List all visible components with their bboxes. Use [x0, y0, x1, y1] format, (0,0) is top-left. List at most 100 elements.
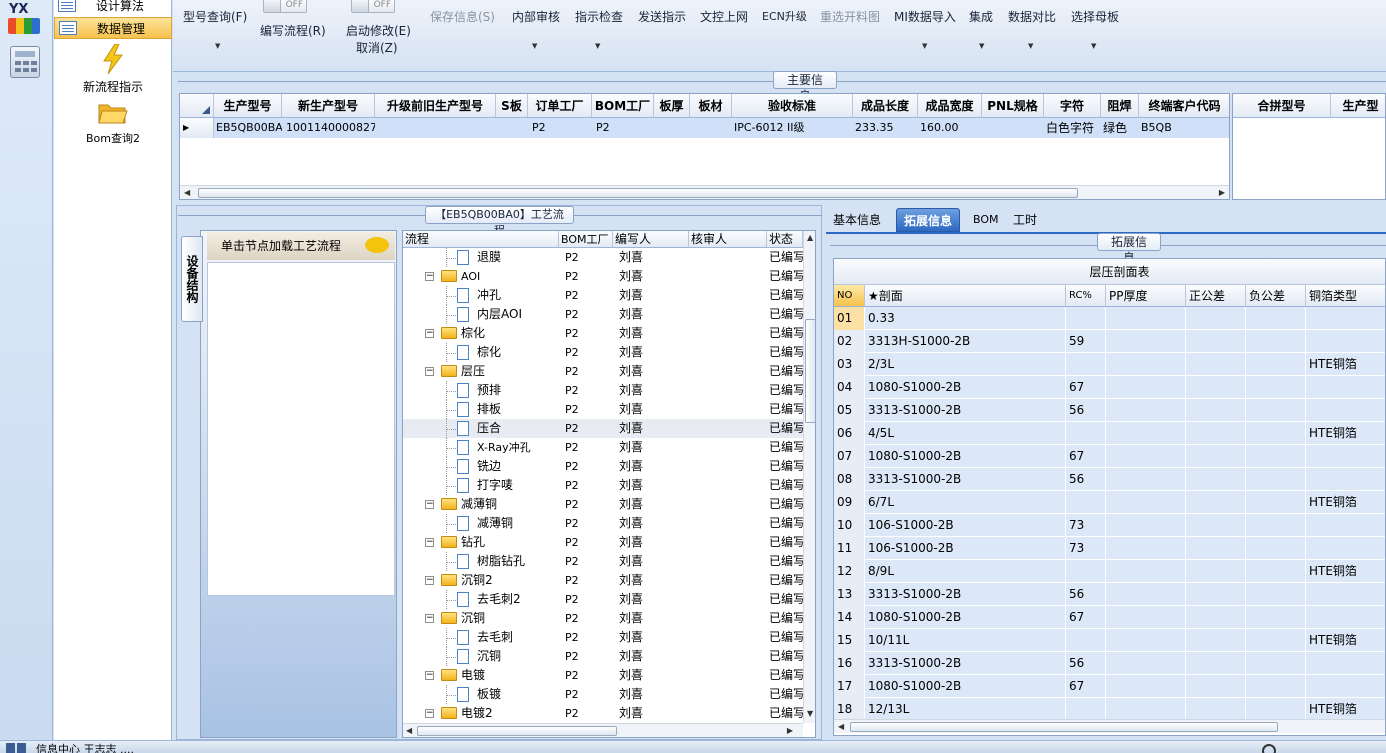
tree-row[interactable]: X-Ray冲孔 P2 刘喜 已编写: [403, 438, 803, 457]
collapse-icon[interactable]: −: [425, 576, 434, 585]
col-header[interactable]: ★剖面: [865, 285, 1066, 307]
doc-control-online-button[interactable]: 文控上网: [700, 8, 748, 25]
col-header[interactable]: RC%: [1066, 285, 1106, 307]
collapse-icon[interactable]: −: [425, 709, 434, 718]
col-header[interactable]: 正公差: [1186, 285, 1246, 307]
horizontal-scrollbar[interactable]: ◀ ▶: [180, 185, 1229, 199]
table-row[interactable]: 02 3313H-S1000-2B 59: [834, 330, 1385, 353]
col-header[interactable]: 新生产型号: [282, 94, 375, 118]
tree-row[interactable]: 压合 P2 刘喜 已编写: [403, 419, 803, 438]
col-header[interactable]: 负公差: [1246, 285, 1306, 307]
tree-row[interactable]: 退膜 P2 刘喜 已编写: [403, 248, 803, 267]
scroll-right-icon[interactable]: ▶: [787, 726, 793, 735]
table-row[interactable]: 11 106-S1000-2B 73: [834, 537, 1385, 560]
scroll-left-icon[interactable]: ◀: [406, 726, 412, 735]
nav-item-design-algorithm[interactable]: 设计算法: [54, 0, 172, 16]
collapse-icon[interactable]: −: [425, 367, 434, 376]
data-compare-button[interactable]: 数据对比 ▼: [1008, 8, 1056, 50]
device-structure-tab[interactable]: 设备结构: [181, 236, 203, 322]
tree-row[interactable]: − 电镀 P2 刘喜 已编写: [403, 666, 803, 685]
col-header[interactable]: 板材: [690, 94, 732, 118]
col-header[interactable]: 状态: [767, 231, 803, 248]
col-header[interactable]: 成品宽度: [918, 94, 982, 118]
start-edit-toggle[interactable]: OFF: [351, 0, 395, 13]
tree-row[interactable]: 预排 P2 刘喜 已编写: [403, 381, 803, 400]
send-instruction-button[interactable]: 发送指示: [638, 8, 686, 25]
scrollbar-thumb[interactable]: [850, 722, 1278, 732]
scrollbar-thumb[interactable]: [805, 319, 815, 423]
col-header[interactable]: 核审人: [689, 231, 767, 248]
table-row[interactable]: 07 1080-S1000-2B 67: [834, 445, 1385, 468]
tree-row[interactable]: 沉铜 P2 刘喜 已编写: [403, 647, 803, 666]
tree-row[interactable]: 铣边 P2 刘喜 已编写: [403, 457, 803, 476]
tree-row[interactable]: 板镀 P2 刘喜 已编写: [403, 685, 803, 704]
model-query-button[interactable]: 型号查询(F) ▼: [183, 8, 247, 50]
table-row[interactable]: 13 3313-S1000-2B 56: [834, 583, 1385, 606]
write-flow-button[interactable]: 编写流程(R): [260, 22, 326, 39]
tab-work-hours[interactable]: 工时: [1006, 208, 1044, 232]
collapse-icon[interactable]: −: [425, 329, 434, 338]
nav-item-data-management[interactable]: 数据管理: [54, 17, 172, 39]
scroll-left-icon[interactable]: ◀: [184, 188, 190, 197]
vertical-scrollbar[interactable]: ▲ ▼: [803, 231, 815, 723]
tree-row[interactable]: 打字唛 P2 刘喜 已编写: [403, 476, 803, 495]
table-row[interactable]: 10 106-S1000-2B 73: [834, 514, 1385, 537]
tile-bom-query[interactable]: Bom查询2: [54, 100, 172, 146]
scroll-up-icon[interactable]: ▲: [807, 233, 813, 242]
col-header[interactable]: 验收标准: [732, 94, 853, 118]
scrollbar-thumb[interactable]: [198, 188, 1078, 198]
tree-row[interactable]: 减薄铜 P2 刘喜 已编写: [403, 514, 803, 533]
collapse-icon[interactable]: −: [425, 500, 434, 509]
col-header[interactable]: 生产型号: [214, 94, 282, 118]
cancel-button[interactable]: 取消(Z): [356, 39, 398, 56]
mi-data-import-button[interactable]: MI数据导入 ▼: [894, 8, 956, 50]
tree-row[interactable]: − AOI P2 刘喜 已编写: [403, 267, 803, 286]
collapse-icon[interactable]: −: [425, 614, 434, 623]
table-row[interactable]: 14 1080-S1000-2B 67: [834, 606, 1385, 629]
tree-row[interactable]: − 电镀2 P2 刘喜 已编写: [403, 704, 803, 723]
scroll-right-icon[interactable]: ▶: [1219, 188, 1225, 197]
tree-row[interactable]: − 减薄铜 P2 刘喜 已编写: [403, 495, 803, 514]
collapse-icon[interactable]: −: [425, 538, 434, 547]
col-header[interactable]: 合拼型号: [1233, 94, 1331, 118]
horizontal-scrollbar[interactable]: ◀ ▶: [403, 723, 803, 737]
col-header[interactable]: 终端客户代码: [1139, 94, 1229, 118]
col-header[interactable]: NO: [834, 285, 865, 307]
col-header[interactable]: 阻焊: [1101, 94, 1139, 118]
table-row[interactable]: 18 12/13L HTE铜箔: [834, 698, 1385, 721]
table-row[interactable]: 01 0.33: [834, 307, 1385, 330]
tree-row[interactable]: 去毛刺 P2 刘喜 已编写: [403, 628, 803, 647]
tree-row[interactable]: 树脂钻孔 P2 刘喜 已编写: [403, 552, 803, 571]
tree-row[interactable]: − 层压 P2 刘喜 已编写: [403, 362, 803, 381]
col-header[interactable]: 字符: [1044, 94, 1101, 118]
tree-row[interactable]: − 沉铜 P2 刘喜 已编写: [403, 609, 803, 628]
tree-row[interactable]: 排板 P2 刘喜 已编写: [403, 400, 803, 419]
col-header[interactable]: 订单工厂: [528, 94, 592, 118]
tree-row[interactable]: 棕化 P2 刘喜 已编写: [403, 343, 803, 362]
calculator-icon[interactable]: [10, 46, 40, 78]
table-row[interactable]: 06 4/5L HTE铜箔: [834, 422, 1385, 445]
table-row[interactable]: 16 3313-S1000-2B 56: [834, 652, 1385, 675]
col-header[interactable]: 编写人: [613, 231, 689, 248]
table-row[interactable]: 15 10/11L HTE铜箔: [834, 629, 1385, 652]
col-header[interactable]: BOM工厂: [559, 231, 613, 248]
tab-extended-info[interactable]: 拓展信息: [896, 208, 961, 232]
start-icon[interactable]: [6, 743, 26, 753]
write-flow-toggle[interactable]: OFF: [263, 0, 307, 13]
scroll-left-icon[interactable]: ◀: [838, 722, 844, 731]
col-header[interactable]: 铜箔类型: [1306, 285, 1385, 307]
table-row[interactable]: 03 2/3L HTE铜箔: [834, 353, 1385, 376]
col-header[interactable]: 流程: [403, 231, 559, 248]
tree-row[interactable]: − 棕化 P2 刘喜 已编写: [403, 324, 803, 343]
col-header[interactable]: PNL规格: [982, 94, 1044, 118]
tree-row[interactable]: − 沉铜2 P2 刘喜 已编写: [403, 571, 803, 590]
col-header[interactable]: BOM工厂: [592, 94, 654, 118]
save-info-button[interactable]: 保存信息(S): [430, 8, 495, 25]
tab-bom[interactable]: BOM: [966, 208, 1006, 232]
tree-row[interactable]: 去毛刺2 P2 刘喜 已编写: [403, 590, 803, 609]
col-header[interactable]: S板: [496, 94, 528, 118]
table-row[interactable]: 12 8/9L HTE铜箔: [834, 560, 1385, 583]
scrollbar-thumb[interactable]: [417, 726, 617, 736]
tile-new-process[interactable]: 新流程指示: [54, 44, 172, 95]
table-row[interactable]: 04 1080-S1000-2B 67: [834, 376, 1385, 399]
